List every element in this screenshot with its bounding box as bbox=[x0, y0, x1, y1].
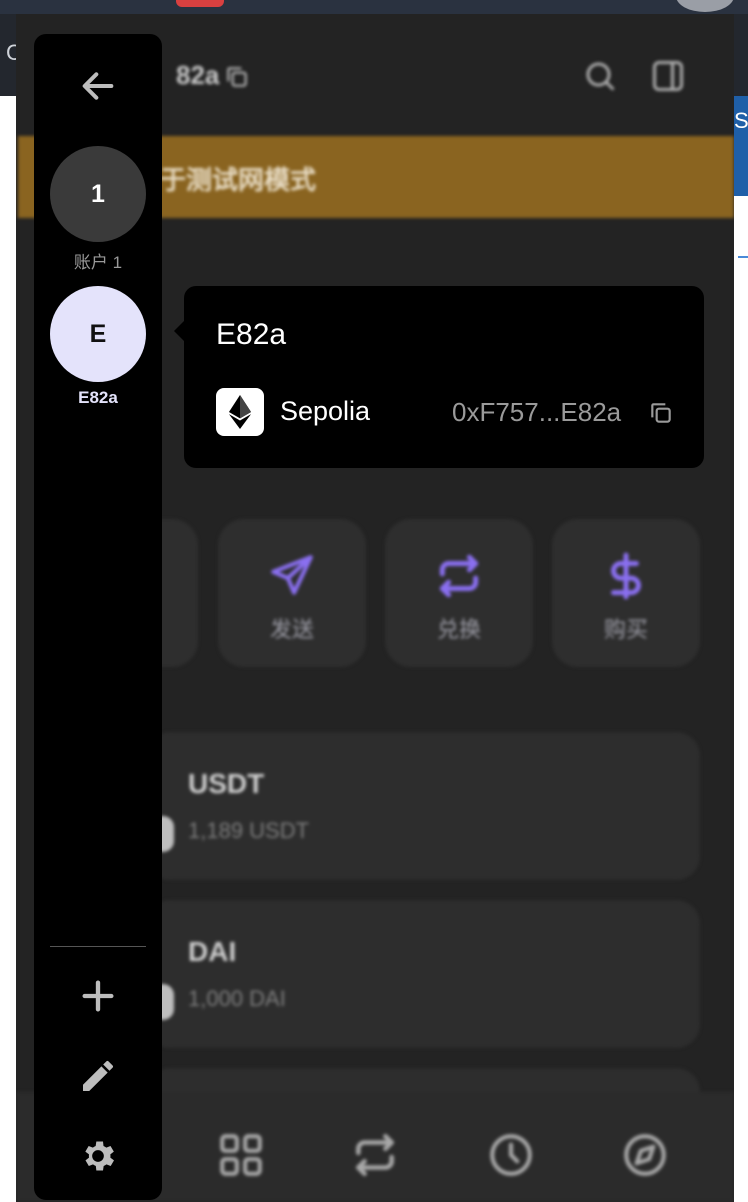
swap-icon bbox=[439, 554, 479, 598]
tooltip-account-name: E82a bbox=[216, 318, 287, 351]
buy-label: 购买 bbox=[603, 617, 648, 642]
ethereum-logo-icon bbox=[228, 395, 252, 429]
send-label: 发送 bbox=[269, 617, 314, 642]
plus-icon[interactable] bbox=[78, 976, 118, 1016]
account-avatar-1[interactable]: 1 bbox=[50, 146, 146, 242]
gear-icon[interactable] bbox=[78, 1136, 118, 1176]
notification-badge bbox=[176, 0, 224, 7]
account-tooltip: E82a Sepolia 0xF757...E82a bbox=[184, 286, 704, 468]
compass-icon[interactable] bbox=[620, 1130, 670, 1180]
arrow-left-icon[interactable] bbox=[78, 66, 118, 106]
swap-button[interactable]: 兑换 bbox=[385, 519, 533, 667]
dollar-icon bbox=[611, 552, 641, 600]
account-label-1: 账户 1 bbox=[73, 253, 123, 272]
asset-row-usdt[interactable]: USDT 1,189 USDT bbox=[146, 732, 700, 880]
account-address: 0xF757...E82a bbox=[452, 397, 622, 427]
swap-label: 兑换 bbox=[436, 617, 481, 642]
sidepanel-icon[interactable] bbox=[650, 58, 686, 94]
clock-icon[interactable] bbox=[486, 1130, 536, 1180]
account-label-e82a: E82a bbox=[78, 388, 118, 407]
tooltip-arrow bbox=[174, 321, 184, 341]
page-left-edge bbox=[0, 14, 16, 1202]
sidebar-divider bbox=[50, 946, 146, 947]
account-name[interactable]: 82a bbox=[176, 60, 219, 91]
asset-amount: 1,000 DAI bbox=[188, 986, 286, 1011]
account-sidebar: 1 账户 1 E E82a bbox=[34, 34, 162, 1200]
page-right-text: Se bbox=[734, 108, 748, 133]
ethereum-icon bbox=[216, 388, 264, 436]
page-right-divider bbox=[738, 256, 748, 258]
swap-icon[interactable] bbox=[350, 1130, 400, 1180]
asset-amount: 1,189 USDT bbox=[188, 818, 310, 843]
copy-icon[interactable] bbox=[224, 64, 250, 90]
grid-icon[interactable] bbox=[216, 1130, 266, 1180]
asset-row-dai[interactable]: DAI 1,000 DAI bbox=[146, 900, 700, 1048]
send-icon bbox=[271, 555, 313, 595]
page-right-header bbox=[734, 14, 748, 96]
network-name: Sepolia bbox=[280, 396, 371, 426]
asset-name: USDT bbox=[188, 768, 265, 799]
send-button[interactable]: 发送 bbox=[218, 519, 366, 667]
pencil-icon[interactable] bbox=[78, 1056, 118, 1096]
search-icon[interactable] bbox=[582, 58, 618, 94]
account-avatar-e82a[interactable]: E bbox=[50, 286, 146, 382]
copy-address-icon[interactable] bbox=[648, 400, 674, 426]
browser-toolbar bbox=[0, 0, 748, 14]
asset-name: DAI bbox=[188, 936, 237, 967]
testnet-banner-text: 于测试网模式 bbox=[160, 165, 317, 195]
buy-button[interactable]: 购买 bbox=[552, 519, 700, 667]
